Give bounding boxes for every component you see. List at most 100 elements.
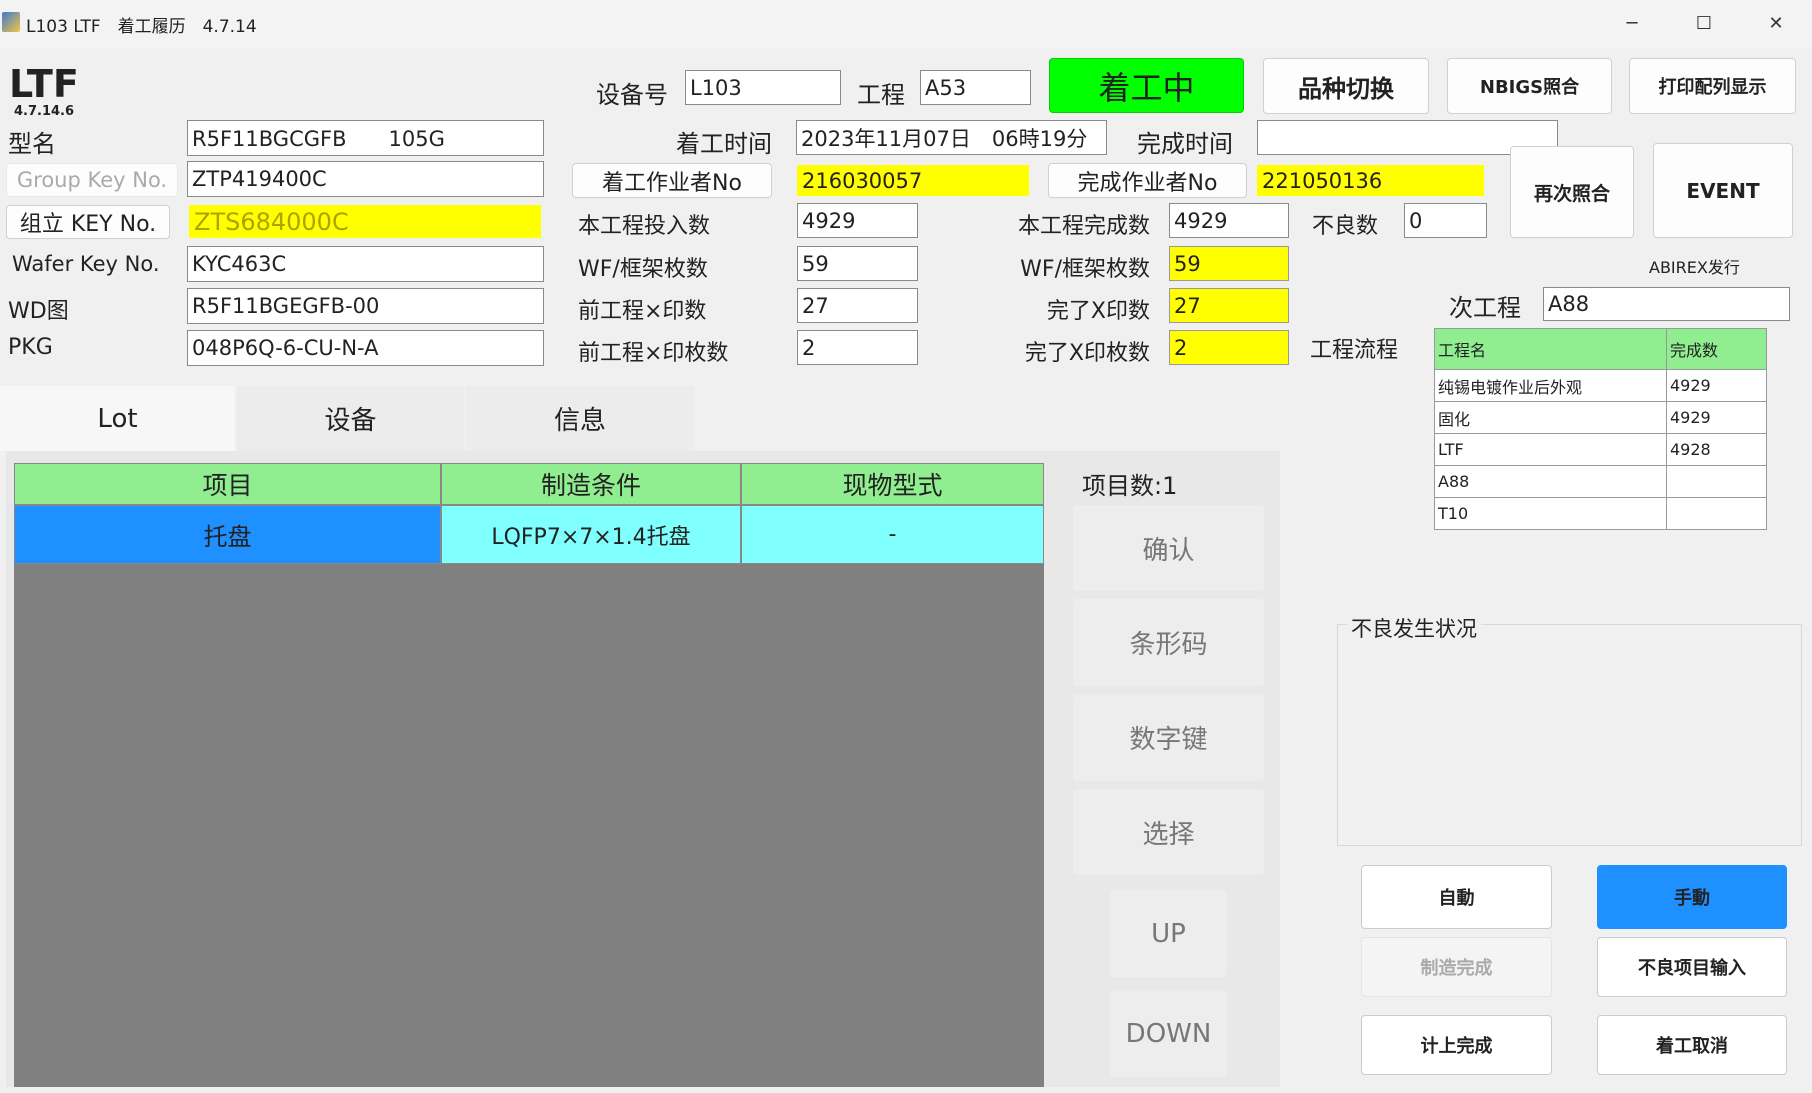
wd-field[interactable]: R5F11BGEGFB-00	[187, 288, 544, 324]
done-x-field[interactable]: 27	[1169, 288, 1289, 323]
table-row: LTF 4928	[1434, 433, 1767, 466]
wf-done-label: WF/框架枚数	[1020, 257, 1150, 282]
flow-cell: A88	[1434, 465, 1667, 498]
grid-cell-condition[interactable]: LQFP7×7×1.4托盘	[441, 505, 741, 564]
defect-input-button[interactable]: 不良项目输入	[1597, 937, 1787, 997]
table-row: A88	[1434, 465, 1767, 498]
recheck-button[interactable]: 再次照合	[1510, 146, 1634, 238]
finish-worker-button[interactable]: 完成作业者No	[1048, 163, 1247, 198]
app-version: 4.7.14.6	[14, 104, 75, 119]
minimize-button[interactable]: ─	[1612, 8, 1652, 40]
flow-cell	[1666, 465, 1767, 498]
defect-status-label: 不良发生状况	[1347, 613, 1481, 643]
product-switch-button[interactable]: 品种切换	[1263, 58, 1429, 114]
device-label: 设备号	[596, 81, 668, 109]
process-field[interactable]: A53	[920, 70, 1031, 105]
prev-x-label: 前工程×印数	[578, 299, 707, 324]
grid-cell-type[interactable]: -	[741, 505, 1044, 564]
defect-count-field[interactable]: 0	[1404, 203, 1487, 238]
title-bar	[0, 0, 1812, 48]
assembly-key-button[interactable]: 组立 KEY No.	[6, 205, 170, 239]
wafer-key-label: Wafer Key No.	[12, 252, 160, 276]
wf-count-label: WF/框架枚数	[578, 257, 708, 282]
flow-header-count: 完成数	[1666, 328, 1767, 370]
pkg-label: PKG	[8, 335, 53, 360]
tab-equipment[interactable]: 设备	[237, 386, 464, 451]
prev-x-field[interactable]: 27	[797, 288, 918, 323]
done-x-sheets-label: 完了X印枚数	[1024, 341, 1150, 366]
prev-x-sheets-label: 前工程×印枚数	[578, 341, 729, 366]
finish-time-label: 完成时间	[1137, 130, 1233, 158]
manual-button[interactable]: 手動	[1597, 865, 1787, 929]
done-count-field[interactable]: 4929	[1169, 203, 1289, 238]
done-count-label: 本工程完成数	[1017, 214, 1150, 239]
app-logo: LTF	[9, 62, 79, 106]
print-layout-button[interactable]: 打印配列显示	[1629, 58, 1796, 114]
count-done-button[interactable]: 计上完成	[1361, 1015, 1552, 1075]
input-count-label: 本工程投入数	[578, 214, 711, 239]
device-field[interactable]: L103	[685, 70, 841, 105]
table-row: 固化 4929	[1434, 401, 1767, 434]
group-key-button[interactable]: Group Key No.	[6, 163, 178, 197]
maximize-button[interactable]: ☐	[1684, 8, 1724, 40]
finish-worker-field[interactable]: 221050136	[1257, 165, 1484, 196]
flow-header-name: 工程名	[1434, 328, 1667, 370]
window-title: L103 LTF 着工履历 4.7.14	[26, 17, 257, 37]
flow-cell: 4928	[1666, 433, 1767, 466]
tab-info[interactable]: 信息	[466, 386, 694, 451]
status-indicator: 着工中	[1049, 58, 1244, 113]
process-flow-label: 工程流程	[1310, 338, 1399, 363]
event-button[interactable]: EVENT	[1653, 143, 1793, 238]
grid-cell-item[interactable]: 托盘	[14, 505, 441, 564]
start-worker-field[interactable]: 216030057	[797, 165, 1029, 196]
manufacture-done-button[interactable]: 制造完成	[1361, 937, 1552, 997]
prev-x-sheets-field[interactable]: 2	[797, 330, 918, 365]
up-button[interactable]: UP	[1110, 890, 1227, 977]
auto-button[interactable]: 自動	[1361, 865, 1552, 929]
done-x-label: 完了X印数	[1046, 299, 1150, 324]
input-count-field[interactable]: 4929	[797, 203, 918, 238]
group-key-field[interactable]: ZTP419400C	[187, 161, 544, 197]
flow-cell: 4929	[1666, 369, 1767, 402]
defect-count-label: 不良数	[1312, 214, 1379, 239]
next-process-field[interactable]: A88	[1543, 287, 1790, 321]
pkg-field[interactable]: 048P6Q-6-CU-N-A	[187, 330, 544, 366]
tab-lot[interactable]: Lot	[0, 386, 235, 451]
select-button[interactable]: 选择	[1073, 789, 1264, 875]
grid-header-item: 项目	[14, 463, 441, 505]
cancel-start-button[interactable]: 着工取消	[1597, 1015, 1787, 1075]
table-row: 纯锡电镀作业后外观 4929	[1434, 369, 1767, 402]
barcode-button[interactable]: 条形码	[1073, 599, 1264, 686]
start-time-field[interactable]: 2023年11月07日 06時19分	[796, 120, 1107, 155]
wafer-key-field[interactable]: KYC463C	[187, 246, 544, 282]
numpad-button[interactable]: 数字键	[1073, 694, 1264, 781]
nbigs-check-button[interactable]: NBIGS照合	[1447, 58, 1612, 114]
confirm-button[interactable]: 确认	[1073, 505, 1264, 591]
grid-header-type: 现物型式	[741, 463, 1044, 505]
flow-cell: 纯锡电镀作业后外观	[1434, 369, 1667, 402]
close-button[interactable]: ✕	[1756, 8, 1796, 40]
wd-label: WD图	[8, 299, 69, 324]
model-field[interactable]: R5F11BGCGFB 105G	[187, 120, 544, 156]
flow-cell: 固化	[1434, 401, 1667, 434]
flow-cell: T10	[1434, 497, 1667, 530]
app-icon	[2, 12, 20, 32]
flow-cell	[1666, 497, 1767, 530]
start-time-label: 着工时间	[676, 130, 772, 158]
defect-status-group	[1337, 624, 1802, 846]
table-row: T10	[1434, 497, 1767, 530]
assembly-key-field[interactable]: ZTS684000C	[189, 205, 541, 238]
item-count: 项目数:1	[1082, 472, 1178, 500]
abirex-issue-link[interactable]: ABIREX发行	[1649, 254, 1740, 278]
down-button[interactable]: DOWN	[1110, 990, 1227, 1077]
flow-cell: LTF	[1434, 433, 1667, 466]
done-x-sheets-field[interactable]: 2	[1169, 330, 1289, 365]
grid-header-condition: 制造条件	[441, 463, 741, 505]
process-flow-table: 工程名 完成数 纯锡电镀作业后外观 4929 固化 4929 LTF 4928 A88 …	[1434, 328, 1767, 530]
start-worker-button[interactable]: 着工作业者No	[572, 163, 772, 198]
wf-count-field[interactable]: 59	[797, 246, 918, 281]
process-label: 工程	[857, 81, 905, 109]
model-label: 型名	[8, 130, 56, 158]
wf-done-field[interactable]: 59	[1169, 246, 1289, 281]
flow-cell: 4929	[1666, 401, 1767, 434]
